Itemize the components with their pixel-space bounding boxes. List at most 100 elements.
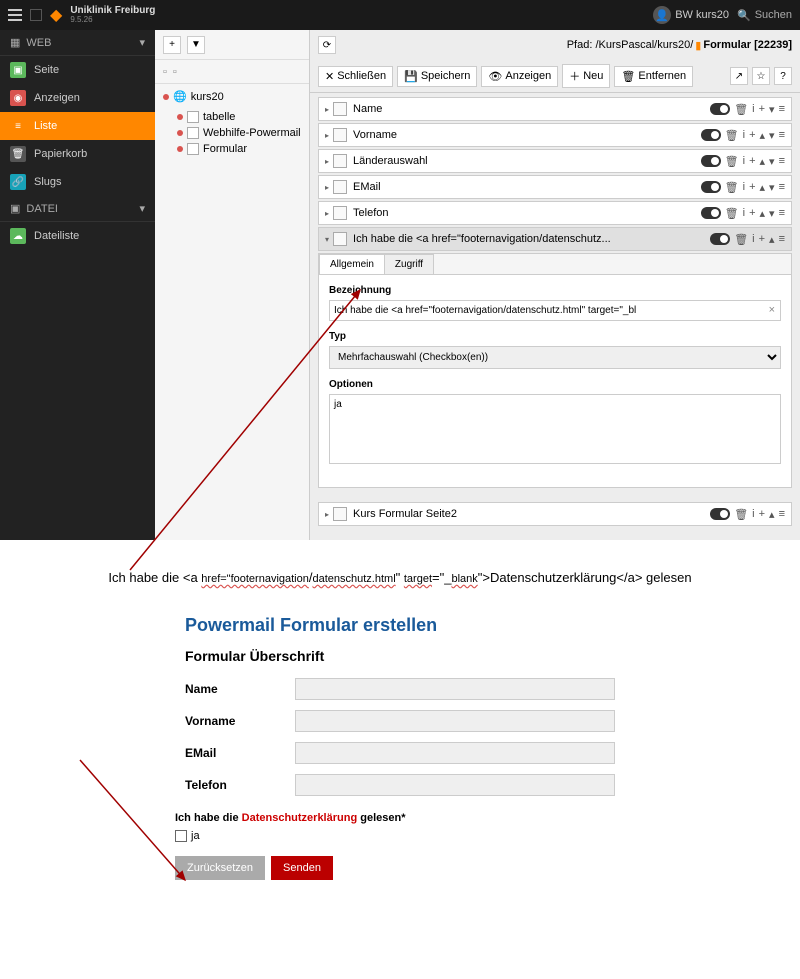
move-up-icon[interactable]: ▴ [760,155,766,168]
move-up-icon[interactable]: ▴ [760,129,766,142]
tree-node-webhilfe[interactable]: Webhilfe-Powermail [177,125,309,141]
save-button[interactable]: 💾Speichern [397,66,477,87]
tab-zugriff[interactable]: Zugriff [384,254,434,274]
toggle-icon[interactable] [710,508,730,520]
share-icon[interactable]: ↗ [730,67,748,85]
toggle-icon[interactable] [710,233,730,245]
move-down-icon[interactable]: ▾ [769,155,775,168]
frontend-input-vorname[interactable] [295,710,615,732]
tree-doc-icon[interactable]: ▫ [163,66,167,78]
trash-icon[interactable]: 🗑 [725,181,739,194]
move-down-icon[interactable]: ▾ [769,207,775,220]
record-row-email[interactable]: ▸ EMail 🗑i+▴▾≡ [318,175,792,199]
record-row-vorname[interactable]: ▸ Vorname 🗑i+▴▾≡ [318,123,792,147]
sidebar-item-seite[interactable]: ▣Seite [0,56,155,84]
toggle-icon[interactable] [701,129,721,141]
frontend-submit-button[interactable]: Senden [271,856,333,880]
view-button[interactable]: 👁Anzeigen [481,66,558,87]
tree-new-icon[interactable]: + [163,36,181,54]
tree-node-formular[interactable]: Formular [177,141,309,157]
checkbox-icon[interactable] [175,830,187,842]
info-icon[interactable]: i [752,233,754,245]
input-bezeichnung[interactable] [329,300,781,321]
trash-icon[interactable]: 🗑 [734,103,748,116]
move-down-icon[interactable]: ▾ [769,181,775,194]
tree-root[interactable]: 🌐kurs20 [163,88,309,105]
textarea-optionen[interactable]: ja [329,394,781,464]
sidebar-section-web[interactable]: ▦WEB ▾ [0,30,155,56]
info-icon[interactable]: i [743,207,745,219]
drag-icon[interactable]: ≡ [779,207,785,219]
move-up-icon[interactable]: ▴ [760,207,766,220]
record-row-laender[interactable]: ▸ Länderauswahl 🗑i+▴▾≡ [318,149,792,173]
sidebar-item-slugs[interactable]: 🔗Slugs [0,168,155,196]
record-row-telefon[interactable]: ▸ Telefon 🗑i+▴▾≡ [318,201,792,225]
bookmark-icon[interactable]: ☆ [752,67,770,85]
clear-icon[interactable]: × [769,304,775,316]
filelist-icon: ☁ [10,228,26,244]
frontend-privacy-link[interactable]: Datenschutzerklärung [242,812,358,824]
global-search[interactable]: 🔍 Suchen [737,9,792,22]
main-area: ▦WEB ▾ ▣Seite ◉Anzeigen ≡Liste 🗑Papierko… [0,30,800,540]
frontend-input-name[interactable] [295,678,615,700]
trash-icon[interactable]: 🗑 [725,207,739,220]
tree-node-tabelle[interactable]: tabelle [177,109,309,125]
frontend-input-email[interactable] [295,742,615,764]
plus-icon[interactable]: + [749,207,755,219]
plus-icon[interactable]: + [749,155,755,167]
trash-icon[interactable]: 🗑 [734,508,748,521]
sidebar-item-dateiliste[interactable]: ☁Dateiliste [0,222,155,250]
move-up-icon[interactable]: ▴ [769,233,775,246]
frontend-reset-button[interactable]: Zurücksetzen [175,856,265,880]
toggle-icon[interactable] [701,181,721,193]
sidebar-item-anzeigen[interactable]: ◉Anzeigen [0,84,155,112]
drag-icon[interactable]: ≡ [779,233,785,245]
menu-icon[interactable] [8,9,22,21]
move-down-icon[interactable]: ▾ [769,103,775,116]
info-icon[interactable]: i [752,103,754,115]
plus-icon[interactable]: + [759,233,765,245]
sidebar-section-file[interactable]: ▣DATEI ▾ [0,196,155,222]
frontend-input-telefon[interactable] [295,774,615,796]
plus-icon[interactable]: + [749,181,755,193]
record-row-checkbox-expanded-header[interactable]: ▾ Ich habe die <a href="footernavigation… [318,227,792,251]
info-icon[interactable]: i [743,155,745,167]
drag-icon[interactable]: ≡ [779,103,785,115]
move-up-icon[interactable]: ▴ [760,181,766,194]
plus-icon[interactable]: + [749,129,755,141]
drag-icon[interactable]: ≡ [779,508,785,520]
drag-icon[interactable]: ≡ [779,181,785,193]
toggle-icon[interactable] [710,103,730,115]
help-icon[interactable]: ? [774,67,792,85]
toggle-icon[interactable] [701,207,721,219]
plus-icon[interactable]: + [759,103,765,115]
module-icon[interactable] [30,9,42,21]
move-down-icon[interactable]: ▾ [769,129,775,142]
frontend-buttons: Zurücksetzen Senden [175,856,615,880]
frontend-checkbox-option[interactable]: ja [175,830,615,842]
info-icon[interactable]: i [743,181,745,193]
move-up-icon[interactable]: ▴ [769,508,775,521]
sidebar-item-papierkorb[interactable]: 🗑Papierkorb [0,140,155,168]
record-row-name[interactable]: ▸ Name 🗑i+▾≡ [318,97,792,121]
trash-icon[interactable]: 🗑 [725,129,739,142]
record-row-page2[interactable]: ▸ Kurs Formular Seite2 🗑i+▴≡ [318,502,792,526]
tab-allgemein[interactable]: Allgemein [319,254,385,274]
sidebar-item-liste[interactable]: ≡Liste [0,112,155,140]
drag-icon[interactable]: ≡ [779,129,785,141]
info-icon[interactable]: i [752,508,754,520]
trash-icon[interactable]: 🗑 [734,233,748,246]
close-button[interactable]: ✕Schließen [318,66,393,87]
user-menu[interactable]: 👤 BW kurs20 [653,6,729,24]
refresh-icon[interactable]: ⟳ [318,36,336,54]
drag-icon[interactable]: ≡ [779,155,785,167]
select-typ[interactable]: Mehrfachauswahl (Checkbox(en)) [329,346,781,369]
delete-button[interactable]: 🗑Entfernen [614,66,693,87]
tree-doc-icon[interactable]: ▫ [173,66,177,78]
trash-icon[interactable]: 🗑 [725,155,739,168]
toggle-icon[interactable] [701,155,721,167]
info-icon[interactable]: i [743,129,745,141]
new-button[interactable]: ＋Neu [562,64,610,88]
tree-filter-icon[interactable]: ▼ [187,36,205,54]
plus-icon[interactable]: + [759,508,765,520]
